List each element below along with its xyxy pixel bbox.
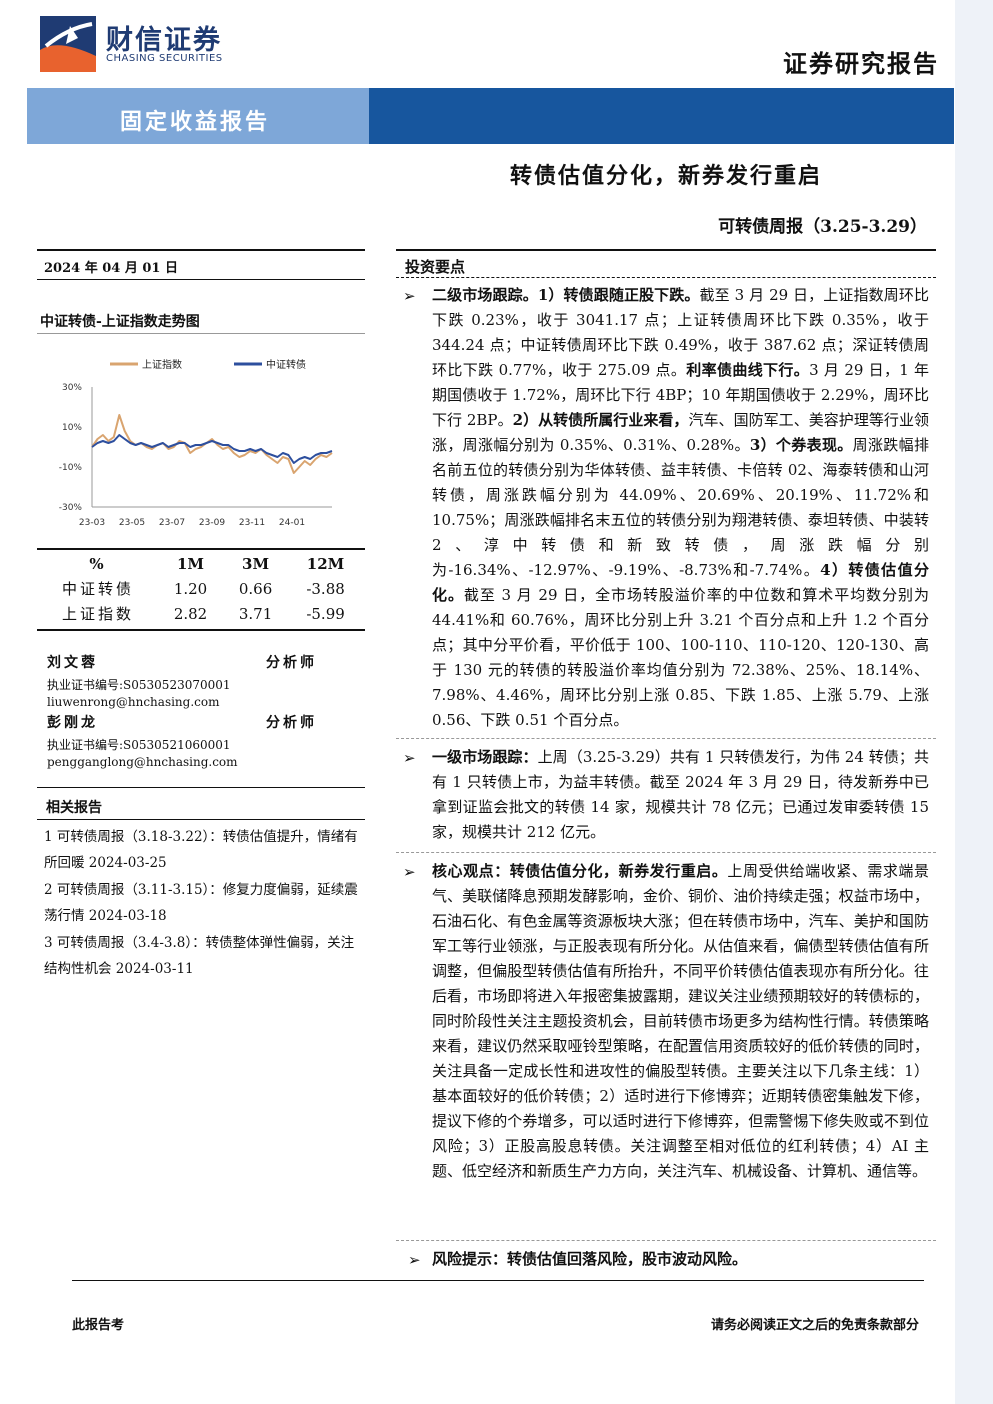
paragraph-emphasis: 2）从转债所属行业来看， — [512, 411, 689, 429]
divider — [396, 852, 936, 853]
paragraph-text: 周涨跌幅排名前五位的转债分别为华体转债、益丰转债、卡倍转 02、海泰转债和山河转… — [432, 436, 929, 579]
legend-label: 上证指数 — [142, 358, 182, 371]
trend-chart: 30% 10% -10% -30% 23-03 23-05 23-07 23-09 23-11 2… — [38, 336, 364, 536]
bullet-arrow-icon: ➢ — [403, 287, 416, 305]
table-cell: 0.66 — [238, 579, 273, 598]
x-tick-label: 23-07 — [159, 518, 185, 528]
table-cell: 2.82 — [173, 604, 208, 623]
paragraph-risk-warning: 风险提示：转债估值回落风险，股市波动风险。 — [432, 1247, 929, 1272]
paragraph-emphasis: 核心观点：转债估值分化，新券发行重启。 — [432, 862, 728, 880]
paragraph-core-view: 核心观点：转债估值分化，新券发行重启。上周受供给端收紧、需求端景气、美联储降息预… — [432, 859, 929, 1184]
y-tick-label: -30% — [59, 503, 83, 513]
footer-divider — [72, 1280, 924, 1281]
divider — [37, 249, 365, 251]
paragraph-primary-market: 一级市场跟踪：上周（3.25-3.29）共有 1 只转债发行，为伟 24 转债；… — [432, 745, 929, 845]
table-cell: 上证指数 — [61, 605, 134, 623]
divider — [396, 1240, 936, 1241]
table-header: 12M — [306, 554, 345, 573]
y-tick-label: 30% — [62, 383, 82, 393]
analyst-role: 分析师 — [266, 715, 317, 731]
side-strip — [955, 0, 993, 1404]
report-date: 2024 年 04 月 01 日 — [44, 261, 178, 276]
table-cell: 3.71 — [238, 604, 273, 623]
series-line — [91, 414, 333, 474]
paragraph-emphasis: 一级市场跟踪： — [432, 748, 538, 766]
bullet-arrow-icon: ➢ — [408, 1251, 421, 1269]
table-cell: -5.99 — [306, 604, 345, 623]
x-tick-label: 23-09 — [199, 518, 225, 528]
divider — [37, 333, 365, 334]
analyst-email[interactable]: liuwenrong@hnchasing.com — [47, 694, 337, 711]
paragraph-text: 上周受供给端收紧、需求端景气、美联储降息预期发酵影响，金价、铜价、油价持续走强；… — [432, 862, 929, 1180]
footer-left-text: 此报告考 — [72, 1318, 125, 1333]
brand-name-en: CHASING SECURITIES — [106, 53, 223, 64]
analyst-card: 刘文蓉 分析师 执业证书编号:S0530523070001 liuwenrong… — [47, 652, 337, 711]
paragraph-text: 截至 3 月 29 日，全市场转股溢价率的中位数和算术平均数分别为 44.41%… — [432, 586, 929, 729]
table-header-row: % 1M 3M 12M — [38, 551, 363, 576]
paragraph-emphasis: 二级市场跟踪。1）转债跟随正股下跌。 — [432, 286, 700, 304]
trend-chart-svg: 30% 10% -10% -30% 23-03 23-05 23-07 23-09 23-11 2… — [59, 358, 333, 528]
report-title: 转债估值分化，新券发行重启 — [509, 163, 822, 189]
divider — [396, 249, 936, 251]
performance-table: % 1M 3M 12M 中证转债 1.20 0.66 -3.88 上证指数 2.… — [38, 551, 363, 626]
banner-band — [369, 88, 954, 144]
bullet-arrow-icon: ➢ — [403, 749, 416, 767]
divider — [396, 277, 936, 278]
related-reports-title: 相关报告 — [46, 800, 102, 816]
divider — [396, 738, 936, 739]
table-row: 中证转债 1.20 0.66 -3.88 — [38, 576, 363, 601]
paragraph-emphasis: 3）个券表现。 — [749, 436, 853, 454]
category-label: 固定收益报告 — [120, 109, 271, 135]
x-tick-label: 23-03 — [79, 518, 105, 528]
related-report-item[interactable]: 1 可转债周报（3.18-3.22）：转债估值提升，情绪有所回暖 2024-03… — [44, 824, 362, 876]
table-cell: 1.20 — [173, 579, 208, 598]
chart-title: 中证转债-上证指数走势图 — [40, 314, 200, 330]
table-cell: -3.88 — [306, 579, 345, 598]
table-header: 3M — [242, 554, 270, 573]
analyst-cert: 执业证书编号:S0530521060001 — [47, 738, 231, 752]
analyst-email[interactable]: pengganglong@hnchasing.com — [47, 754, 337, 771]
footer-disclaimer: 请务必阅读正文之后的免责条款部分 — [710, 1318, 919, 1333]
analyst-cert: 执业证书编号:S0530523070001 — [47, 678, 231, 692]
related-reports-list: 1 可转债周报（3.18-3.22）：转债估值提升，情绪有所回暖 2024-03… — [44, 824, 362, 983]
investment-highlights-title: 投资要点 — [405, 258, 466, 276]
divider — [37, 279, 365, 280]
divider — [37, 629, 365, 631]
legend-label: 中证转债 — [266, 358, 306, 371]
divider — [37, 787, 365, 788]
related-report-item[interactable]: 3 可转债周报（3.4-3.8）：转债整体弹性偏弱，关注结构性机会 2024-0… — [44, 930, 362, 982]
paragraph-emphasis: 风险提示：转债估值回落风险，股市波动风险。 — [432, 1250, 748, 1268]
company-logo-icon — [40, 16, 96, 72]
paragraph-secondary-market: 二级市场跟踪。1）转债跟随正股下跌。截至 3 月 29 日，上证指数周环比下跌 … — [432, 283, 929, 733]
x-tick-label: 23-05 — [119, 518, 145, 528]
brand-name-cn: 财信证券 — [106, 25, 222, 56]
table-header: % — [89, 554, 107, 573]
y-tick-label: -10% — [59, 463, 83, 473]
divider — [37, 819, 365, 820]
report-subtitle: 可转债周报（3.25-3.29） — [718, 217, 927, 237]
analyst-card: 彭刚龙 分析师 执业证书编号:S0530521060001 pengganglo… — [47, 712, 337, 771]
report-type: 证券研究报告 — [783, 49, 939, 78]
table-cell: 中证转债 — [61, 580, 134, 598]
related-report-item[interactable]: 2 可转债周报（3.11-3.15）：修复力度偏弱，延续震荡行情 2024-03… — [44, 877, 362, 929]
x-tick-label: 23-11 — [239, 518, 265, 528]
analyst-role: 分析师 — [266, 655, 317, 671]
bullet-arrow-icon: ➢ — [403, 863, 416, 881]
table-row: 上证指数 2.82 3.71 -5.99 — [38, 601, 363, 626]
x-tick-label: 24-01 — [279, 518, 305, 528]
divider — [37, 548, 365, 550]
table-header: 1M — [177, 554, 205, 573]
y-tick-label: 10% — [62, 423, 82, 433]
paragraph-emphasis: 利率债曲线下行。 — [686, 361, 810, 379]
